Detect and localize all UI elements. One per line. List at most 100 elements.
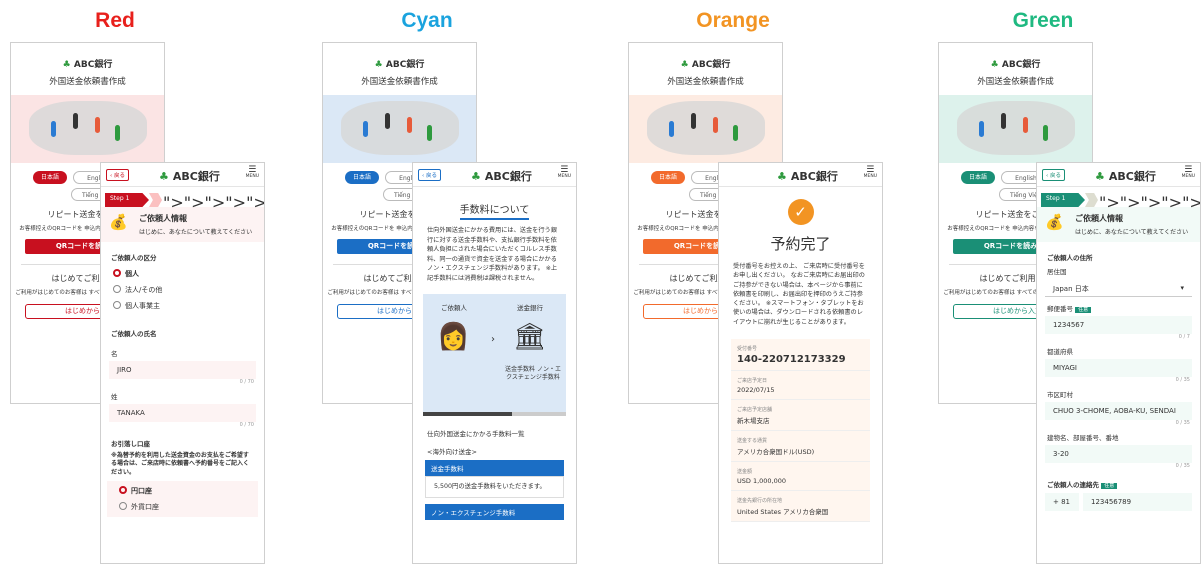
reservation-field: ご来店予定店舗 新木場支店 — [731, 400, 870, 432]
back-button[interactable]: ‹ 戻る — [1042, 169, 1065, 181]
back-button[interactable]: ‹ 戻る — [418, 169, 441, 181]
bank-logo: ♣ ABC銀行 — [629, 57, 782, 70]
city-input[interactable]: CHUO 3-CHOME, AOBA-KU, SENDAI — [1045, 402, 1192, 420]
person-icon — [363, 121, 368, 137]
field-label: 都道府県 — [1047, 348, 1073, 356]
field-label: 建物名、部屋番号、番地 — [1047, 434, 1119, 442]
requester-info-header: 💰 ご依頼人情報 はじめに、あなたについて教えてください — [101, 207, 264, 242]
bank-logo: ♣ ABC銀行 — [1095, 170, 1156, 183]
page-title: 予約完了 — [770, 235, 831, 253]
radio-individual[interactable]: 個人 — [101, 266, 264, 282]
theme-column-orange: Orange ♣ ABC銀行 外国送金依頼書作成 日本語 English Tiế… — [618, 0, 918, 564]
hero-map — [11, 95, 164, 163]
zip-input[interactable]: 1234567 — [1045, 316, 1192, 334]
bank-name: ABC銀行 — [385, 60, 425, 70]
check-icon: ✓ — [719, 199, 882, 225]
phone-input[interactable]: 123456789 — [1083, 493, 1192, 511]
person-icon — [713, 117, 718, 133]
bank-logo: ♣ ABC銀行 — [159, 170, 220, 183]
fee-list-title: 仕向外国送金にかかる手数料一覧 — [427, 429, 525, 438]
person-icon — [385, 113, 390, 129]
person-icon — [979, 121, 984, 137]
lang-ja-button[interactable]: 日本語 — [33, 171, 67, 184]
hero-map — [323, 95, 476, 163]
radio-yen-account[interactable]: 円口座 — [107, 483, 258, 499]
reservation-field: 送金額 USD 1,000,000 — [731, 462, 870, 492]
step-indicator: Step 1 ">">">">">"> — [105, 193, 264, 212]
fee-header: ノン・エクスチェンジ手数料 — [425, 504, 564, 521]
country-code-input[interactable]: + 81 — [1045, 493, 1079, 511]
lang-ja-button[interactable]: 日本語 — [345, 171, 379, 184]
reservation-field: 受付番号 140-220712173329 — [731, 339, 870, 372]
step-indicator: Step 1 ">">">">">"> — [1041, 193, 1200, 212]
leaf-icon: ♣ — [62, 60, 71, 70]
person-icon — [115, 125, 120, 141]
leaf-icon: ♣ — [777, 170, 787, 183]
back-button[interactable]: ‹ 戻る — [106, 169, 129, 181]
lang-ja-button[interactable]: 日本語 — [651, 171, 685, 184]
person-icon — [95, 117, 100, 133]
building-input[interactable]: 3-20 — [1045, 445, 1192, 463]
radio-corporate[interactable]: 法人/その他 — [101, 282, 264, 298]
leaf-icon: ♣ — [471, 170, 481, 183]
person-icon — [427, 125, 432, 141]
field-label: 郵便番号 任意 — [1037, 297, 1200, 316]
menu-button[interactable]: ☰ MENU — [864, 166, 877, 180]
page-title: 手数料について — [413, 201, 576, 220]
world-map-icon — [341, 101, 459, 155]
section-title: お引落し口座 — [111, 440, 150, 448]
hero-map — [629, 95, 782, 163]
bank-logo: ♣ ABC銀行 — [323, 57, 476, 70]
person-icon — [1023, 117, 1028, 133]
theme-title: Cyan — [401, 9, 453, 32]
fee-description: 仕向外国送金にかかる費用には、送金を行う銀行に対する送金手数料や、支払銀行手数料… — [427, 227, 558, 283]
field-label: 名 — [111, 350, 118, 358]
radio-sole-proprietor[interactable]: 個人事業主 — [101, 298, 264, 314]
field-label: 姓 — [111, 393, 118, 401]
person-icon — [669, 121, 674, 137]
field-label: 市区町村 — [1047, 391, 1073, 399]
bank-logo: ♣ ABC銀行 — [777, 170, 838, 183]
menu-button[interactable]: ☰ MENU — [558, 166, 571, 180]
leaf-icon: ♣ — [990, 60, 999, 70]
last-name-input[interactable]: TANAKA — [109, 404, 256, 422]
page-subtitle: 外国送金依頼書作成 — [667, 77, 744, 87]
detail-screen: ‹ 戻る ♣ABC銀行 ☰MENU Step 1 ">">">">">"> 💰 … — [100, 162, 265, 564]
section-title: ご依頼人の住所 — [1047, 254, 1093, 262]
hero-map — [939, 95, 1092, 163]
region-label: <海外向け送金> — [427, 447, 477, 456]
person-icon — [407, 117, 412, 133]
first-name-input[interactable]: JIRO — [109, 361, 256, 379]
detail-screen: ♣ ABC銀行 ☰ MENU ✓ 予約完了 受付番号をお控えの上、 ご来店時に受付番… — [718, 162, 883, 564]
page-subtitle: 外国送金依頼書作成 — [361, 77, 438, 87]
reservation-field: 送金先銀行の所在地 United States アメリカ合衆国 — [731, 491, 870, 523]
completion-message: 受付番号をお控えの上、 ご来店時に受付番号をお申し出ください。 なおご来店時にお… — [733, 263, 865, 326]
money-bag-icon: 💰 — [1045, 213, 1064, 231]
menu-button[interactable]: ☰ MENU — [246, 166, 259, 180]
leaf-icon: ♣ — [374, 60, 383, 70]
leaf-icon: ♣ — [1095, 170, 1105, 183]
country-select[interactable]: Japan 日本 ▾ — [1045, 279, 1192, 297]
person-icon — [1043, 125, 1048, 141]
world-map-icon — [29, 101, 147, 155]
app-header: ♣ ABC銀行 ☰ MENU — [719, 163, 882, 187]
theme-column-cyan: Cyan ♣ ABC銀行 外国送金依頼書作成 日本語 English Tiếng… — [312, 0, 612, 564]
reservation-field: ご来店予定日 2022/07/15 — [731, 371, 870, 401]
theme-title: Green — [1012, 9, 1074, 32]
app-header: ‹ 戻る ♣ ABC銀行 ☰ MENU — [413, 163, 576, 187]
menu-button[interactable]: ☰ MENU — [1182, 166, 1195, 180]
app-header: ‹ 戻る ♣ ABC銀行 ☰ MENU — [101, 163, 264, 187]
prefecture-input[interactable]: MIYAGI — [1045, 359, 1192, 377]
field-label: 居住国 — [1047, 268, 1067, 276]
radio-foreign-account[interactable]: 外貨口座 — [107, 499, 258, 515]
person-icon — [733, 125, 738, 141]
bank-name: ABC銀行 — [73, 60, 113, 70]
world-map-icon — [957, 101, 1075, 155]
bank-name: ABC銀行 — [1001, 60, 1041, 70]
leaf-icon: ♣ — [680, 60, 689, 70]
lang-ja-button[interactable]: 日本語 — [961, 171, 995, 184]
theme-title: Red — [95, 9, 135, 32]
theme-column-green: Green ♣ ABC銀行 外国送金依頼書作成 日本語 English Tiến… — [928, 0, 1203, 564]
detail-screen: ‹ 戻る ♣ABC銀行 ☰MENU Step 1 ">">">">">"> 💰 … — [1036, 162, 1201, 564]
page-subtitle: 外国送金依頼書作成 — [49, 77, 126, 87]
